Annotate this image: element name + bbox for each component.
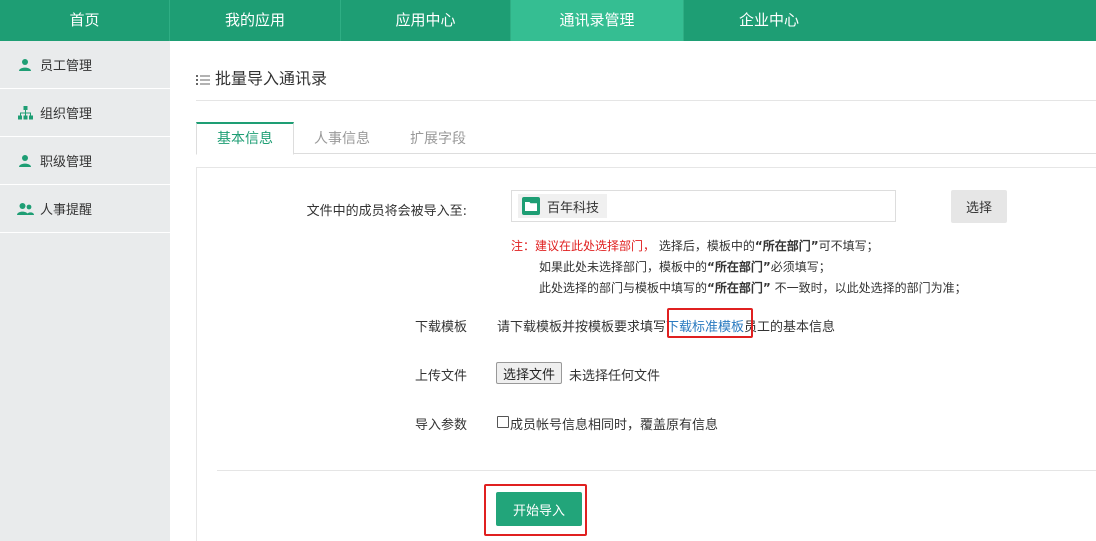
note-emphasis: “所在部门” bbox=[754, 239, 819, 253]
file-status: 未选择任何文件 bbox=[569, 369, 661, 384]
tab-basic-info[interactable]: 基本信息 bbox=[196, 122, 294, 155]
note-text: 不一致时，以此处选择的部门为准； bbox=[770, 281, 967, 295]
sidebar-item-org-management[interactable]: 组织管理 bbox=[0, 89, 170, 137]
note-emphasis: “所在部门” bbox=[707, 260, 771, 274]
note-emphasis: “所在部门” bbox=[707, 281, 771, 295]
sidebar-item-label: 员工管理 bbox=[40, 59, 93, 74]
target-department-label: 文件中的成员将会被导入至: bbox=[306, 204, 467, 219]
note-line-1: 注：建议在此处选择部门， 选择后，模板中的“所在部门”可不填写； bbox=[511, 236, 967, 257]
main-content: 批量导入通讯录 基本信息 人事信息 扩展字段 文件中的成员将会被导入至: 百年科… bbox=[170, 41, 1096, 541]
choose-department-button[interactable]: 选择 bbox=[951, 190, 1007, 223]
note-line-3: 此处选择的部门与模板中填写的“所在部门” 不一致时，以此处选择的部门为准； bbox=[511, 278, 967, 299]
note-text: 如果此处未选择部门，模板中的 bbox=[539, 260, 708, 274]
import-form: 文件中的成员将会被导入至: 百年科技 选择 注：建议在此处选择部门， 选择后，模… bbox=[196, 167, 1096, 541]
users-icon bbox=[16, 201, 34, 217]
sidebar-item-label: 组织管理 bbox=[40, 107, 93, 122]
tab-bar: 基本信息 人事信息 扩展字段 bbox=[196, 122, 1096, 155]
divider bbox=[196, 100, 1096, 101]
nav-enterprise-center[interactable]: 企业中心 bbox=[684, 0, 854, 41]
choose-file-button[interactable]: 选择文件 bbox=[496, 362, 563, 384]
sidebar-item-hr-reminder[interactable]: 人事提醒 bbox=[0, 185, 170, 233]
user-icon bbox=[16, 153, 34, 169]
note-text: 此处选择的部门与模板中填写的 bbox=[539, 281, 708, 295]
sidebar-item-rank-management[interactable]: 职级管理 bbox=[0, 137, 170, 185]
org-tree-icon bbox=[16, 105, 34, 121]
selected-department-tag: 百年科技 bbox=[518, 194, 608, 218]
note-line-2: 如果此处未选择部门，模板中的“所在部门”必须填写； bbox=[511, 257, 967, 278]
divider bbox=[217, 470, 1096, 471]
template-instruction: 请下载模板并按模板要求填写 bbox=[497, 320, 667, 335]
import-params-label: 导入参数 bbox=[414, 418, 467, 433]
note-text: 必须填写； bbox=[770, 260, 831, 274]
sidebar-item-label: 职级管理 bbox=[40, 155, 93, 170]
highlight-box bbox=[484, 484, 587, 536]
sidebar: 员工管理 组织管理 职级管理 人事提醒 bbox=[0, 41, 170, 541]
highlight-box bbox=[667, 308, 753, 338]
nav-contacts-management[interactable]: 通讯录管理 bbox=[511, 0, 684, 41]
upload-file-label: 上传文件 bbox=[414, 369, 467, 384]
nav-home[interactable]: 首页 bbox=[0, 0, 170, 41]
page-title: 批量导入通讯录 bbox=[196, 65, 327, 89]
note-text: 选择后，模板中的 bbox=[655, 239, 755, 253]
folder-icon bbox=[522, 197, 540, 215]
user-icon bbox=[16, 57, 34, 73]
top-nav: 首页 我的应用 应用中心 通讯录管理 企业中心 bbox=[0, 0, 1096, 41]
note-text: 可不填写； bbox=[818, 239, 879, 253]
sidebar-item-label: 人事提醒 bbox=[40, 203, 93, 218]
note-warning: 注：建议在此处选择部门， bbox=[511, 239, 656, 253]
selected-department-name: 百年科技 bbox=[547, 200, 600, 216]
department-selector-field[interactable]: 百年科技 bbox=[511, 190, 896, 222]
department-note: 注：建议在此处选择部门， 选择后，模板中的“所在部门”可不填写； 如果此处未选择… bbox=[511, 236, 967, 299]
overwrite-checkbox[interactable] bbox=[497, 416, 509, 428]
nav-my-apps[interactable]: 我的应用 bbox=[170, 0, 341, 41]
overwrite-checkbox-label: 成员帐号信息相同时，覆盖原有信息 bbox=[510, 418, 719, 433]
tab-hr-info[interactable]: 人事信息 bbox=[294, 122, 390, 155]
list-icon bbox=[196, 71, 210, 85]
nav-app-center[interactable]: 应用中心 bbox=[341, 0, 511, 41]
download-template-label: 下载模板 bbox=[414, 320, 467, 335]
template-instruction-tail: 员工的基本信息 bbox=[744, 320, 836, 335]
sidebar-item-employee-management[interactable]: 员工管理 bbox=[0, 41, 170, 89]
page-title-text: 批量导入通讯录 bbox=[215, 69, 328, 88]
tab-extended-fields[interactable]: 扩展字段 bbox=[390, 122, 486, 155]
